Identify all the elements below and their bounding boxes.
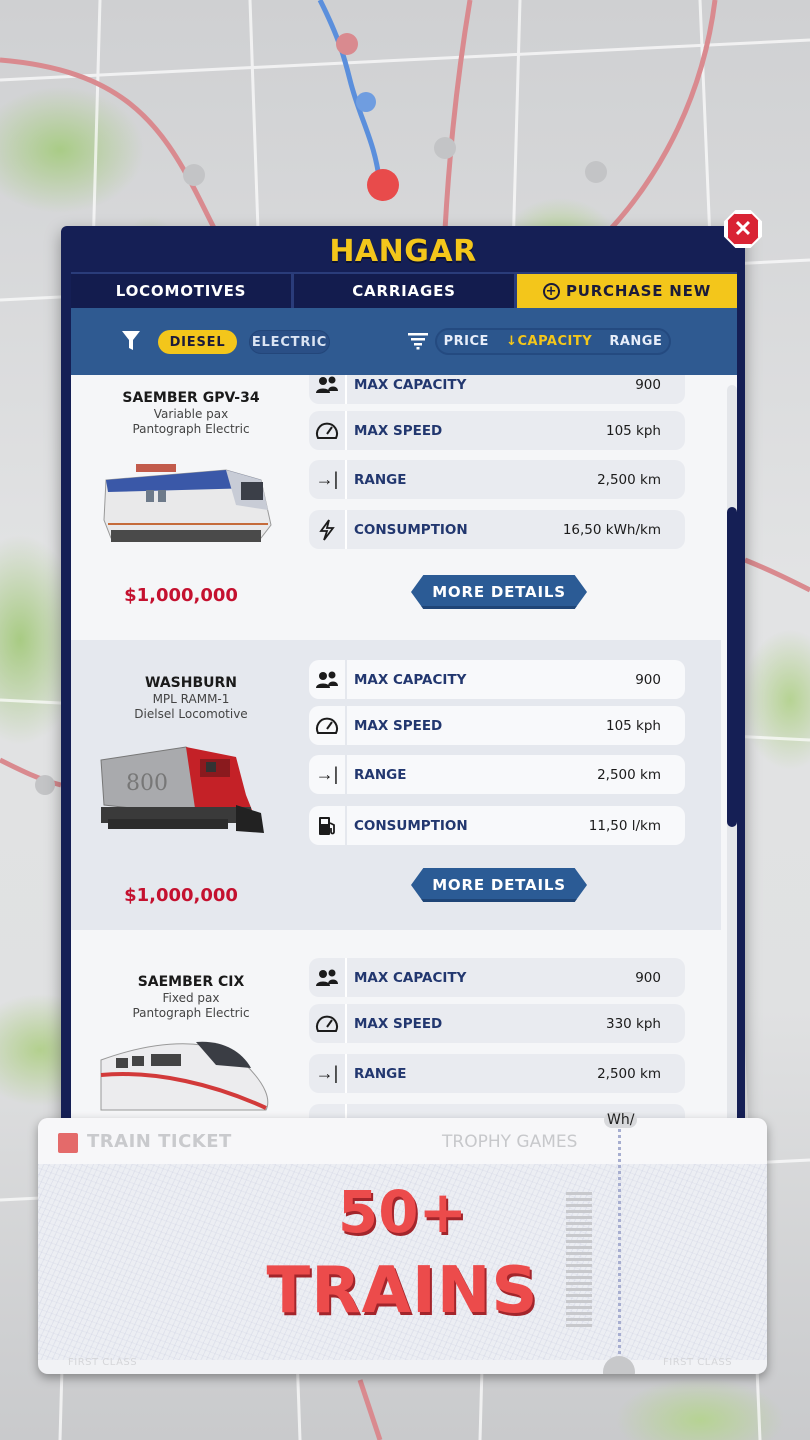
stat-label: MAX CAPACITY [354, 671, 467, 688]
train-card: SAEMBER CIX Fixed pax Pantograph Electri… [71, 930, 721, 1126]
train-image [100, 1041, 269, 1111]
tab-label: CARRIAGES [352, 282, 456, 300]
ticket-brand: TROPHY GAMES [442, 1132, 578, 1152]
stat-max-capacity: MAX CAPACITY 900 [309, 375, 685, 404]
stat-value: 900 [635, 376, 661, 393]
stat-value: 11,50 l/km [588, 817, 661, 834]
scrollbar-thumb[interactable] [727, 507, 737, 827]
stat-value: 330 kph [605, 1015, 661, 1032]
stat-label: MAX SPEED [354, 1015, 443, 1032]
stat-value: 900 [635, 671, 661, 688]
stat-value: 105 kph [605, 717, 661, 734]
ticket-title: TRAIN TICKET [87, 1131, 232, 1152]
stat-value: 16,50 kWh/km [562, 521, 661, 538]
stat-label: CONSUMPTION [354, 521, 468, 538]
plus-circle-icon: + [542, 282, 560, 300]
filter-funnel-icon[interactable] [121, 330, 141, 352]
sort-capacity[interactable]: ↓CAPACITY [506, 334, 592, 349]
more-details-button[interactable]: MORE DETAILS [411, 868, 587, 902]
stat-range: →| RANGE 2,500 km [309, 1054, 685, 1093]
stat-value: 2,500 km [597, 471, 661, 488]
people-icon [309, 660, 347, 699]
filter-bar: DIESEL ELECTRIC PRICE ↓CAPACITY RANGE [71, 308, 737, 375]
sort-price[interactable]: PRICE [444, 334, 489, 349]
ticket-footer-right: FIRST CLASS [663, 1357, 733, 1368]
train-subtitle: Pantograph Electric [132, 422, 250, 436]
train-subtitle: MPL RAMM-1 [152, 692, 230, 706]
stat-label: CONSUMPTION [354, 817, 468, 834]
stat-consumption: CONSUMPTION 16,50 kWh/km [309, 510, 685, 549]
stat-max-speed: MAX SPEED 330 kph [309, 1004, 685, 1043]
partial-stat-value: Wh/ [604, 1112, 638, 1128]
hangar-title: HANGAR [329, 234, 477, 269]
stat-range: →| RANGE 2,500 km [309, 460, 685, 499]
speedometer-icon [309, 706, 347, 745]
train-subtitle: Pantograph Electric [132, 1006, 250, 1020]
stat-consumption: CONSUMPTION 11,50 l/km [309, 806, 685, 845]
stat-label: MAX CAPACITY [354, 376, 467, 393]
train-subtitle: Fixed pax [162, 991, 220, 1005]
stat-label: MAX SPEED [354, 422, 443, 439]
range-arrow-icon: →| [309, 1054, 347, 1093]
lightning-icon [309, 510, 347, 549]
tab-label: LOCOMOTIVES [115, 282, 247, 300]
train-card: WASHBURN MPL RAMM-1 Dielsel Locomotive 8… [71, 640, 721, 930]
sort-range[interactable]: RANGE [609, 334, 662, 349]
stat-value: 2,500 km [597, 1065, 661, 1082]
more-details-button[interactable]: MORE DETAILS [411, 575, 587, 609]
train-name: WASHBURN [145, 675, 237, 691]
stat-label: RANGE [354, 766, 407, 783]
ticket-footer-left: FIRST CLASS [68, 1357, 138, 1368]
fuel-pump-icon [309, 806, 347, 845]
tab-bar: LOCOMOTIVES CARRIAGES + PURCHASE NEW [71, 272, 737, 308]
stat-label: RANGE [354, 1065, 407, 1082]
tab-carriages[interactable]: CARRIAGES [294, 274, 514, 308]
stat-max-speed: MAX SPEED 105 kph [309, 411, 685, 450]
stat-label: MAX SPEED [354, 717, 443, 734]
ticket-headline-count: 50+ [337, 1178, 468, 1246]
train-name: SAEMBER CIX [137, 974, 245, 990]
ticket-header: TRAIN TICKET TROPHY GAMES [38, 1118, 767, 1164]
train-logo-icon [58, 1133, 78, 1153]
stat-label: MAX CAPACITY [354, 969, 467, 986]
stat-max-capacity: MAX CAPACITY 900 [309, 660, 685, 699]
train-price: $1,000,000 [124, 585, 238, 606]
filter-diesel-label: DIESEL [169, 334, 226, 350]
train-subtitle: Dielsel Locomotive [134, 707, 248, 721]
train-subtitle: Variable pax [153, 407, 229, 421]
filter-diesel[interactable]: DIESEL [158, 330, 237, 354]
train-list: SAEMBER GPV-34 Variable pax Pantograph E… [71, 375, 737, 1126]
stat-label: RANGE [354, 471, 407, 488]
promo-ticket: TRAIN TICKET TROPHY GAMES 50+ TRAINS FIR… [38, 1118, 767, 1374]
train-image: 800 [100, 746, 264, 833]
ticket-headline-trains: TRAINS [266, 1254, 539, 1328]
filter-electric[interactable]: ELECTRIC [249, 330, 330, 354]
stat-value: 2,500 km [597, 766, 661, 783]
tab-locomotives[interactable]: LOCOMOTIVES [71, 274, 291, 308]
stat-range: →| RANGE 2,500 km [309, 755, 685, 794]
stat-value: 105 kph [605, 422, 661, 439]
range-arrow-icon: →| [309, 755, 347, 794]
train-card: SAEMBER GPV-34 Variable pax Pantograph E… [71, 375, 721, 640]
train-name: SAEMBER GPV-34 [122, 390, 260, 406]
range-arrow-icon: →| [309, 460, 347, 499]
people-icon [309, 958, 347, 997]
filter-electric-label: ELECTRIC [251, 334, 328, 350]
stat-max-capacity: MAX CAPACITY 900 [309, 958, 685, 997]
speedometer-icon [309, 411, 347, 450]
train-image [103, 464, 272, 542]
speedometer-icon [309, 1004, 347, 1043]
svg-text:800: 800 [126, 771, 168, 796]
sort-options: PRICE ↓CAPACITY RANGE [435, 328, 671, 355]
hangar-panel: HANGAR LOCOMOTIVES CARRIAGES + PURCHASE … [61, 226, 745, 1126]
close-icon: ✕ [733, 216, 753, 241]
train-price: $1,000,000 [124, 885, 238, 906]
tab-label: PURCHASE NEW [565, 282, 712, 300]
tab-purchase-new[interactable]: + PURCHASE NEW [517, 274, 737, 308]
sort-lines-icon[interactable] [408, 332, 428, 350]
stat-value: 900 [635, 969, 661, 986]
stat-max-speed: MAX SPEED 105 kph [309, 706, 685, 745]
people-icon [309, 375, 347, 404]
